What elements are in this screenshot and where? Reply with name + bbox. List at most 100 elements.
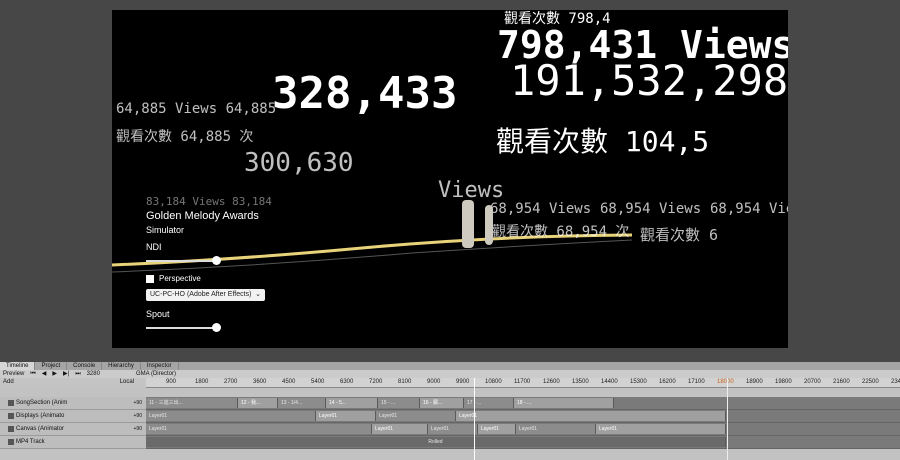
- next-frame-button[interactable]: ▶|: [60, 371, 72, 378]
- tab-timeline[interactable]: Timeline: [0, 362, 36, 370]
- views-counter: 328,433: [272, 68, 458, 119]
- timeline-clip[interactable]: Layer01: [316, 411, 376, 421]
- overlay-title: Golden Melody Awards: [146, 210, 259, 222]
- tab-console[interactable]: Console: [67, 362, 103, 370]
- ndi-slider[interactable]: [146, 254, 221, 268]
- output-dropdown[interactable]: UC-PC-HO (Adobe After Effects) ⌄: [146, 289, 265, 301]
- ruler-tick-label: 10800: [485, 379, 502, 385]
- tab-inspector[interactable]: Inspector: [141, 362, 179, 370]
- performer-figure: [462, 200, 474, 248]
- timeline-clip[interactable]: Layer01: [456, 411, 726, 421]
- views-counter: 觀看次數 64,885 次: [116, 129, 254, 145]
- director-breadcrumb[interactable]: GMA (Director): [133, 371, 179, 378]
- ruler-tick-label: 22500: [862, 379, 879, 385]
- add-button[interactable]: Add: [0, 379, 17, 386]
- ruler-tick-label: 23400: [891, 379, 900, 385]
- timeline-clip[interactable]: 14 - 5...: [326, 398, 378, 408]
- track-header[interactable]: SongSection (Anim +90: [0, 397, 146, 410]
- views-counter: 64,885 Views 64,885: [116, 101, 277, 117]
- simulator-label: Simulator: [146, 225, 185, 235]
- ruler-tick-label: 18900: [746, 379, 763, 385]
- timeline-clip[interactable]: Layer01: [372, 424, 428, 434]
- chevron-down-icon: ⌄: [255, 291, 261, 298]
- views-counter: 觀看次數 104,5: [496, 125, 710, 158]
- track-lane[interactable]: Layer01 Layer01 Layer01 Layer01: [146, 410, 900, 423]
- timeline-clip[interactable]: Rolled: [146, 437, 726, 447]
- timeline-clip[interactable]: Layer01: [376, 411, 456, 421]
- ruler-tick-label: 11700: [514, 379, 531, 385]
- perspective-label: Perspective: [159, 274, 201, 283]
- track-header[interactable]: Displays (Animato +90: [0, 410, 146, 423]
- spout-label: Spout: [146, 309, 170, 319]
- play-button[interactable]: ▶: [49, 371, 60, 378]
- timeline-clip[interactable]: 13 - 1/4...: [278, 398, 326, 408]
- local-button[interactable]: Local: [117, 379, 137, 386]
- game-viewport[interactable]: 觀看次數 798,4 798,431 Views 191,532,298 Vie…: [112, 10, 788, 348]
- timeline-clip[interactable]: Layer01: [596, 424, 726, 434]
- timeline-clip[interactable]: Layer01: [478, 424, 516, 434]
- track-offset: +90: [133, 426, 142, 432]
- ruler-tick-label: 1800: [195, 379, 209, 385]
- spout-slider[interactable]: [146, 321, 221, 335]
- ruler-tick-label: 18000: [717, 379, 734, 385]
- timeline-clip[interactable]: Layer01: [146, 424, 372, 434]
- ruler-tick-label: 4500: [282, 379, 296, 385]
- ruler-tick-label: 12600: [543, 379, 560, 385]
- tab-project[interactable]: Project: [35, 362, 68, 370]
- playhead[interactable]: [474, 378, 475, 460]
- views-counter: 觀看次數 6: [640, 226, 719, 244]
- ndi-label: NDI: [146, 242, 162, 252]
- track-lane[interactable]: 11 - 三進三出... 12 - 我... 13 - 1/4... 14 - 5..…: [146, 397, 900, 410]
- time-ruler[interactable]: 900 1800 2700 3600 4500 5400 6300 7200 8100 9000 9…: [146, 378, 900, 388]
- timeline-clip[interactable]: Layer01: [146, 411, 316, 421]
- ruler-tick-label: 21600: [833, 379, 850, 385]
- track-header[interactable]: MP4 Track: [0, 436, 146, 449]
- ruler-tick-label: 20700: [804, 379, 821, 385]
- track-name: Displays (Animato: [16, 413, 65, 419]
- track-name: MP4 Track: [16, 439, 45, 445]
- track-lane[interactable]: Rolled: [146, 436, 900, 449]
- ruler-tick-label: 3600: [253, 379, 267, 385]
- ruler-tick-label: 6300: [340, 379, 354, 385]
- ruler-tick-label: 15300: [630, 379, 647, 385]
- performer-figure: [485, 205, 493, 245]
- timeline-clip[interactable]: 12 - 我...: [238, 398, 278, 408]
- ruler-tick-label: 13500: [572, 379, 589, 385]
- timeline-end-marker: [727, 378, 728, 460]
- timeline-clip[interactable]: 17 - ...: [464, 398, 514, 408]
- ruler-tick-label: 7200: [369, 379, 383, 385]
- editor-background: 觀看次數 798,4 798,431 Views 191,532,298 Vie…: [0, 0, 900, 362]
- track-header[interactable]: Canvas (Animator +90: [0, 423, 146, 436]
- track-lane[interactable]: Layer01 Layer01 Layer01 Layer01 Layer01 Layer…: [146, 423, 900, 436]
- timeline-clip[interactable]: 11 - 三進三出...: [146, 398, 238, 408]
- timeline-clip[interactable]: 15 - ...: [378, 398, 420, 408]
- ruler-tick-label: 16200: [659, 379, 676, 385]
- ruler-tick-label: 9900: [456, 379, 470, 385]
- last-frame-button[interactable]: ⏭: [72, 371, 83, 378]
- frame-field[interactable]: 3280: [84, 371, 103, 378]
- timeline-clip[interactable]: 18 - ...: [514, 398, 614, 408]
- track-offset: +90: [133, 400, 142, 406]
- preview-button[interactable]: Preview: [0, 371, 27, 378]
- prev-frame-button[interactable]: ◀: [39, 371, 50, 378]
- track-type-icon: [8, 413, 14, 419]
- views-counter: 觀看次數 68,954 次: [492, 224, 630, 240]
- panel-tabs: Timeline Project Console Hierarchy Inspe…: [0, 362, 900, 370]
- track-type-icon: [8, 426, 14, 432]
- tab-hierarchy[interactable]: Hierarchy: [102, 362, 141, 370]
- views-counter: Views: [438, 178, 505, 203]
- timeline-panel: Timeline Project Console Hierarchy Inspe…: [0, 362, 900, 460]
- ruler-tick-label: 9000: [427, 379, 441, 385]
- track-tools: Add Local: [0, 378, 146, 387]
- perspective-checkbox[interactable]: Perspective: [146, 274, 346, 283]
- checkbox-box[interactable]: [146, 274, 154, 283]
- track-type-icon: [8, 439, 14, 445]
- views-counter: 68,954 Views: [710, 201, 788, 217]
- first-frame-button[interactable]: ⏮: [27, 371, 38, 378]
- timeline-clip[interactable]: Layer01: [516, 424, 596, 434]
- timeline-clip[interactable]: 16 - 鄭...: [420, 398, 464, 408]
- ruler-tick-label: 19800: [775, 379, 792, 385]
- track-name: Canvas (Animator: [16, 426, 65, 432]
- timeline-clip[interactable]: Layer01: [428, 424, 478, 434]
- track-name: SongSection (Anim: [16, 400, 68, 406]
